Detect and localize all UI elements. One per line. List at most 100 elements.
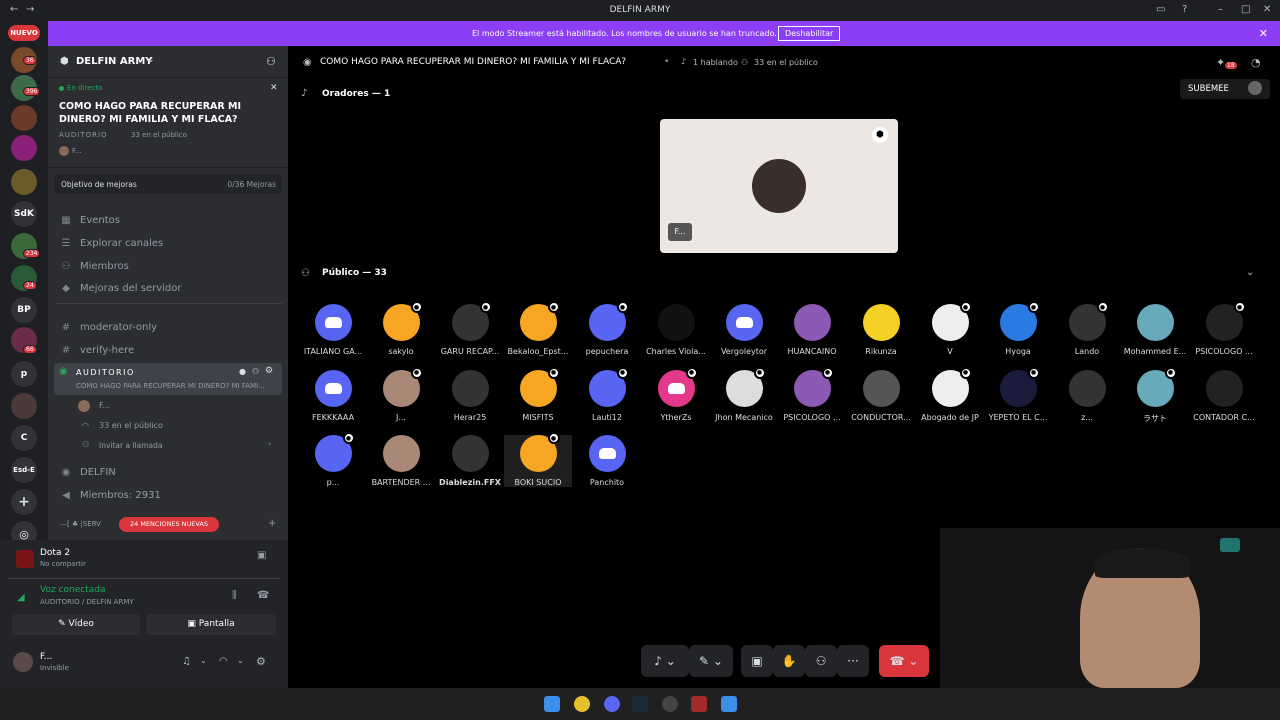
chevron-down-icon[interactable]: ⌄ bbox=[200, 656, 207, 665]
server-icon[interactable] bbox=[11, 105, 37, 131]
server-p[interactable]: p bbox=[11, 361, 37, 387]
new-mentions-pill[interactable]: 24 MENCIONES NUEVAS bbox=[119, 517, 219, 532]
channel-delfin[interactable]: ◉ DELFIN bbox=[60, 462, 282, 482]
nav-events[interactable]: ▦ Eventos bbox=[60, 210, 282, 230]
audience-member[interactable]: ● pepuchera bbox=[573, 301, 641, 356]
close-banner-icon[interactable]: ✕ bbox=[1259, 27, 1268, 40]
microphone-icon[interactable]: ♫ bbox=[182, 656, 191, 667]
audience-member[interactable]: Panchito bbox=[573, 435, 641, 487]
channel-verify-here[interactable]: # verify-here bbox=[60, 340, 282, 360]
audience-member[interactable]: ● Lauti12 bbox=[573, 366, 641, 422]
audience-member[interactable]: CONDUCTOR... bbox=[847, 369, 915, 422]
gear-icon[interactable]: ⚙ bbox=[265, 366, 273, 376]
screen-share-button[interactable]: ▣ bbox=[741, 645, 773, 677]
audience-member[interactable]: BARTENDER ... bbox=[367, 435, 435, 487]
server-icon[interactable] bbox=[11, 393, 37, 419]
share-screen-icon[interactable]: ▣ bbox=[257, 550, 266, 561]
nav-members[interactable]: ⚇ Miembros bbox=[60, 256, 282, 276]
settings-icon[interactable]: ⚙ bbox=[256, 655, 266, 668]
hand-button[interactable]: ✋ bbox=[773, 645, 805, 677]
truncated-channel[interactable]: —[ ♣ |SERV bbox=[60, 520, 101, 528]
invite-to-call[interactable]: Invitar a llamada bbox=[99, 441, 163, 450]
audience-member[interactable]: Vergoleytor bbox=[710, 304, 778, 356]
screen-share-button[interactable]: ▣ Pantalla bbox=[146, 614, 276, 635]
audience-member[interactable]: Mohammed E... bbox=[1121, 304, 1189, 356]
channel-moderator-only[interactable]: # moderator-only bbox=[60, 317, 282, 337]
server-header[interactable]: ⬢ DELFIN ARMY ⌄ ⚇ bbox=[48, 46, 288, 78]
chat-icon[interactable]: ● bbox=[239, 367, 246, 376]
server-esd[interactable]: Esd-E bbox=[11, 457, 37, 483]
audience-member[interactable]: ● sakylo bbox=[367, 301, 435, 356]
audience-member[interactable]: ● YEPETO EL C... bbox=[984, 366, 1052, 422]
disconnect-button[interactable]: ☎ ⌄ bbox=[879, 645, 929, 677]
mute-button[interactable]: ♪ ⌄ bbox=[641, 645, 689, 677]
audience-member[interactable]: z... bbox=[1053, 369, 1121, 422]
headphones-icon[interactable]: ◠ bbox=[219, 656, 228, 667]
audience-member[interactable]: Herar25 bbox=[436, 369, 504, 422]
live-event-card[interactable]: En directo ✕ COMO HAGO PARA RECUPERAR MI… bbox=[48, 78, 288, 168]
noise-suppression-icon[interactable]: ⫼ bbox=[232, 590, 237, 601]
close-window-icon[interactable]: ✕ bbox=[1263, 4, 1271, 15]
audience-member[interactable]: ● GARU RECAP... bbox=[436, 301, 504, 356]
video-button[interactable]: ✎ Vídeo bbox=[12, 614, 140, 635]
inbox-icon[interactable]: ▭ bbox=[1156, 4, 1165, 15]
server-bp[interactable]: BP bbox=[11, 297, 37, 323]
activity-icon[interactable]: ✦ bbox=[1216, 56, 1225, 69]
audience-member[interactable]: ● J... bbox=[367, 366, 435, 422]
stage-channel-auditorio[interactable]: ◉ AUDITORIO COMO HAGO PARA RECUPERAR MI … bbox=[54, 363, 282, 395]
speaker-tile[interactable]: ⬢ F... bbox=[660, 119, 898, 253]
audience-member[interactable]: Diablezin.FFX bbox=[436, 435, 504, 487]
new-server-badge[interactable]: NUEVO bbox=[8, 25, 40, 41]
chrome-icon[interactable] bbox=[574, 696, 590, 712]
windows-start-icon[interactable] bbox=[544, 696, 560, 712]
server-icon[interactable] bbox=[11, 135, 37, 161]
help-icon[interactable]: ? bbox=[1182, 4, 1187, 15]
discord-icon[interactable] bbox=[604, 696, 620, 712]
audience-member[interactable]: Charles Viola... bbox=[642, 304, 710, 356]
audience-member[interactable]: ● YtherZs bbox=[642, 366, 710, 422]
camera-button[interactable]: ✎ ⌄ bbox=[689, 645, 733, 677]
chevron-down-icon[interactable]: ⌄ bbox=[1246, 267, 1254, 278]
inbox-icon[interactable]: ◔ bbox=[1251, 56, 1261, 69]
steam-icon[interactable] bbox=[632, 696, 648, 712]
close-icon[interactable]: ✕ bbox=[270, 83, 278, 93]
audience-member[interactable]: CONTADOR C... bbox=[1190, 369, 1258, 422]
add-channel-icon[interactable]: + bbox=[268, 518, 276, 529]
audience-member[interactable]: ● PSICOLOGO ... bbox=[1190, 301, 1258, 356]
audience-member[interactable]: ITALIANO GA... bbox=[299, 304, 367, 356]
audience-member[interactable]: ● V bbox=[916, 301, 984, 356]
leave-stage-button[interactable]: ⚇ bbox=[805, 645, 837, 677]
more-button[interactable]: ··· bbox=[837, 645, 869, 677]
disable-button[interactable]: Deshabilitar bbox=[778, 26, 841, 41]
nav-browse-channels[interactable]: ☰ Explorar canales bbox=[60, 233, 282, 253]
audience-member[interactable]: ● ラサト bbox=[1121, 366, 1189, 424]
minimize-icon[interactable]: – bbox=[1218, 4, 1223, 15]
audience-member[interactable]: FEKKKAAA bbox=[299, 369, 367, 422]
audience-member[interactable]: ● Abogado de JP bbox=[916, 366, 984, 422]
audience-member[interactable]: ● BOKI SUCIO bbox=[504, 432, 572, 487]
audience-member[interactable]: ● Bekaloo_Epst... bbox=[504, 301, 572, 356]
server-c[interactable]: C bbox=[11, 425, 37, 451]
audience-member[interactable]: ● PSICOLOGO ... bbox=[778, 366, 846, 422]
avatar[interactable] bbox=[13, 652, 33, 672]
nav-server-boost[interactable]: ◆ Mejoras del servidor bbox=[60, 278, 282, 298]
server-icon[interactable] bbox=[11, 169, 37, 195]
maximize-icon[interactable]: □ bbox=[1241, 4, 1250, 15]
disconnect-icon[interactable]: ☎ bbox=[257, 590, 269, 601]
audience-member[interactable]: Rikunza bbox=[847, 304, 915, 356]
audience-member[interactable]: ● p... bbox=[299, 432, 367, 487]
invite-icon[interactable]: ⚇ bbox=[252, 367, 259, 376]
dota-icon[interactable] bbox=[691, 696, 707, 712]
add-server-icon[interactable]: + bbox=[11, 489, 37, 515]
add-member-icon[interactable]: ⚇ bbox=[266, 55, 276, 68]
audience-member[interactable]: ● MISFITS bbox=[504, 366, 572, 422]
chevron-down-icon[interactable]: ⌄ bbox=[237, 656, 244, 665]
boost-goal[interactable]: Objetivo de mejoras 0/36 Mejoras bbox=[54, 174, 282, 194]
obs-icon[interactable] bbox=[662, 696, 678, 712]
audience-member[interactable]: ● Lando bbox=[1053, 301, 1121, 356]
channel-members-count[interactable]: ◀ Miembros: 2931 bbox=[60, 485, 282, 505]
server-sdk[interactable]: SdK bbox=[11, 201, 37, 227]
notepad-icon[interactable] bbox=[721, 696, 737, 712]
audience-member[interactable]: ● Hyoga bbox=[984, 301, 1052, 356]
audience-member[interactable]: HUANCAINO bbox=[778, 304, 846, 356]
